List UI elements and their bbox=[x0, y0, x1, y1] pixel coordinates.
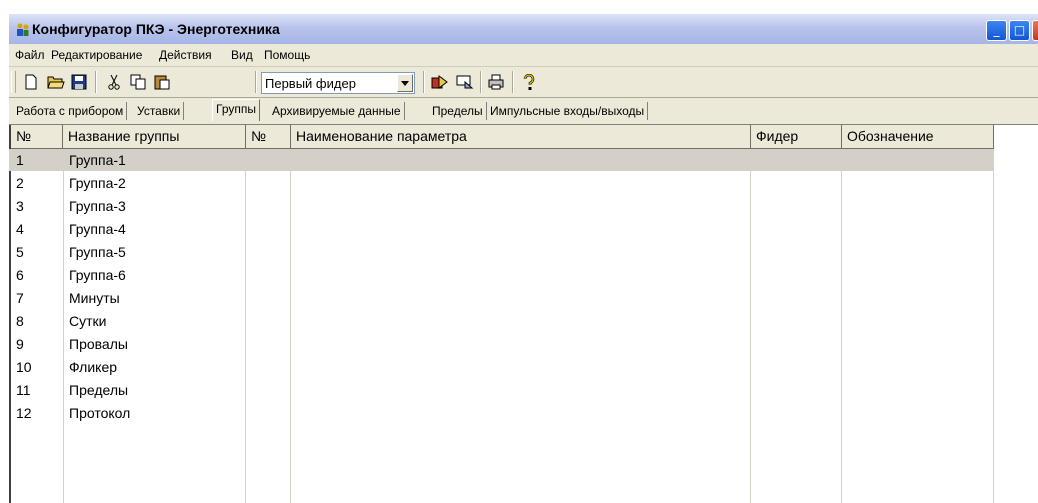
menu-actions[interactable]: Действия bbox=[159, 48, 212, 62]
group-name-cell[interactable]: Провалы bbox=[64, 333, 245, 356]
help-icon[interactable] bbox=[519, 72, 539, 92]
group-name-cell[interactable]: Группа-3 bbox=[64, 195, 245, 218]
open-folder-icon[interactable] bbox=[46, 72, 66, 92]
table-row[interactable]: 4 Группа-4 bbox=[9, 218, 1038, 241]
menu-edit[interactable]: Редактирование bbox=[51, 48, 142, 62]
table-row[interactable]: 5 Группа-5 bbox=[9, 241, 1038, 264]
close-button[interactable]: X bbox=[1032, 20, 1038, 41]
group-number-cell[interactable]: 4 bbox=[11, 218, 63, 241]
group-name-cell[interactable]: Минуты bbox=[64, 287, 245, 310]
toolbar-separator bbox=[95, 71, 97, 93]
group-number-cell[interactable]: 5 bbox=[11, 241, 63, 264]
group-name-cell[interactable]: Группа-2 bbox=[64, 172, 245, 195]
col-header-group-name[interactable]: Название группы bbox=[63, 125, 246, 149]
toolbar-separator bbox=[480, 71, 482, 93]
col-header-group-number[interactable]: № bbox=[11, 125, 63, 149]
group-number-cell[interactable]: 10 bbox=[11, 356, 63, 379]
window-title: Конфигуратор ПКЭ - Энерготехника bbox=[32, 21, 280, 37]
group-name-cell[interactable]: Протокол bbox=[64, 402, 245, 425]
group-number-cell[interactable]: 2 bbox=[11, 172, 63, 195]
tab-archived-data[interactable]: Архивируемые данные bbox=[269, 102, 405, 120]
group-name-cell[interactable]: Группа-5 bbox=[64, 241, 245, 264]
table-row[interactable]: 7 Минуты bbox=[9, 287, 1038, 310]
toolbar-separator bbox=[423, 71, 425, 93]
toolbar: Первый фидер bbox=[9, 67, 1038, 98]
groups-table: № Название группы № Наименование парамет… bbox=[9, 124, 1038, 503]
group-name-cell[interactable]: Группа-6 bbox=[64, 264, 245, 287]
group-name-cell[interactable]: Группа-1 bbox=[64, 149, 245, 172]
table-row[interactable]: 12 Протокол bbox=[9, 402, 1038, 425]
table-row[interactable]: 3 Группа-3 bbox=[9, 195, 1038, 218]
save-icon[interactable] bbox=[69, 72, 89, 92]
group-number-cell[interactable]: 6 bbox=[11, 264, 63, 287]
cut-icon[interactable] bbox=[104, 72, 124, 92]
group-number-cell[interactable]: 1 bbox=[11, 149, 63, 172]
group-name-cell[interactable]: Фликер bbox=[64, 356, 245, 379]
group-number-cell[interactable]: 3 bbox=[11, 195, 63, 218]
menu-file[interactable]: Файл bbox=[15, 48, 45, 62]
title-bar[interactable]: Конфигуратор ПКЭ - Энерготехника _ □ X bbox=[9, 14, 1038, 44]
tab-bar: Работа с прибором Уставки Группы Архивир… bbox=[9, 98, 1038, 124]
paste-icon[interactable] bbox=[152, 72, 172, 92]
group-name-cell[interactable]: Пределы bbox=[64, 379, 245, 402]
write-device-icon[interactable] bbox=[455, 72, 475, 92]
group-number-cell[interactable]: 11 bbox=[11, 379, 63, 402]
feeder-select[interactable]: Первый фидер bbox=[261, 72, 415, 94]
toolbar-separator bbox=[255, 71, 257, 93]
col-header-param-number[interactable]: № bbox=[246, 125, 291, 149]
app-window: Конфигуратор ПКЭ - Энерготехника _ □ X Ф… bbox=[9, 14, 1038, 503]
maximize-button[interactable]: □ bbox=[1009, 20, 1030, 41]
table-row[interactable]: 10 Фликер bbox=[9, 356, 1038, 379]
copy-icon[interactable] bbox=[128, 72, 148, 92]
table-row[interactable]: 2 Группа-2 bbox=[9, 172, 1038, 195]
table-row[interactable]: 11 Пределы bbox=[9, 379, 1038, 402]
menu-bar: Файл Редактирование Действия Вид Помощь bbox=[9, 44, 1038, 67]
group-name-cell[interactable]: Группа-4 bbox=[64, 218, 245, 241]
tab-limits[interactable]: Пределы bbox=[429, 102, 487, 120]
group-number-cell[interactable]: 8 bbox=[11, 310, 63, 333]
menu-help[interactable]: Помощь bbox=[264, 48, 310, 62]
tab-device[interactable]: Работа с прибором bbox=[13, 102, 128, 120]
group-number-cell[interactable]: 9 bbox=[11, 333, 63, 356]
minimize-button[interactable]: _ bbox=[986, 20, 1007, 41]
chevron-down-icon[interactable] bbox=[397, 74, 413, 92]
tab-settings[interactable]: Уставки bbox=[134, 102, 185, 120]
app-users-icon bbox=[17, 23, 29, 36]
toolbar-separator bbox=[512, 71, 514, 93]
group-number-cell[interactable]: 12 bbox=[11, 402, 63, 425]
new-file-icon[interactable] bbox=[21, 72, 41, 92]
group-name-cell[interactable]: Сутки bbox=[64, 310, 245, 333]
feeder-select-value: Первый фидер bbox=[265, 76, 356, 91]
menu-view[interactable]: Вид bbox=[231, 48, 253, 62]
col-header-param-name[interactable]: Наименование параметра bbox=[291, 125, 751, 149]
table-row[interactable]: 6 Группа-6 bbox=[9, 264, 1038, 287]
tab-groups[interactable]: Группы bbox=[212, 99, 260, 121]
toolbar-grip[interactable] bbox=[11, 71, 16, 93]
table-row[interactable]: 1 Группа-1 bbox=[9, 149, 1038, 172]
table-row[interactable]: 9 Провалы bbox=[9, 333, 1038, 356]
group-number-cell[interactable]: 7 bbox=[11, 287, 63, 310]
table-row[interactable]: 8 Сутки bbox=[9, 310, 1038, 333]
print-icon[interactable] bbox=[486, 72, 506, 92]
tab-pulse-io[interactable]: Импульсные входы/выходы bbox=[487, 102, 649, 120]
col-header-designation[interactable]: Обозначение bbox=[842, 125, 994, 149]
read-device-icon[interactable] bbox=[430, 72, 450, 92]
col-header-feeder[interactable]: Фидер bbox=[751, 125, 842, 149]
